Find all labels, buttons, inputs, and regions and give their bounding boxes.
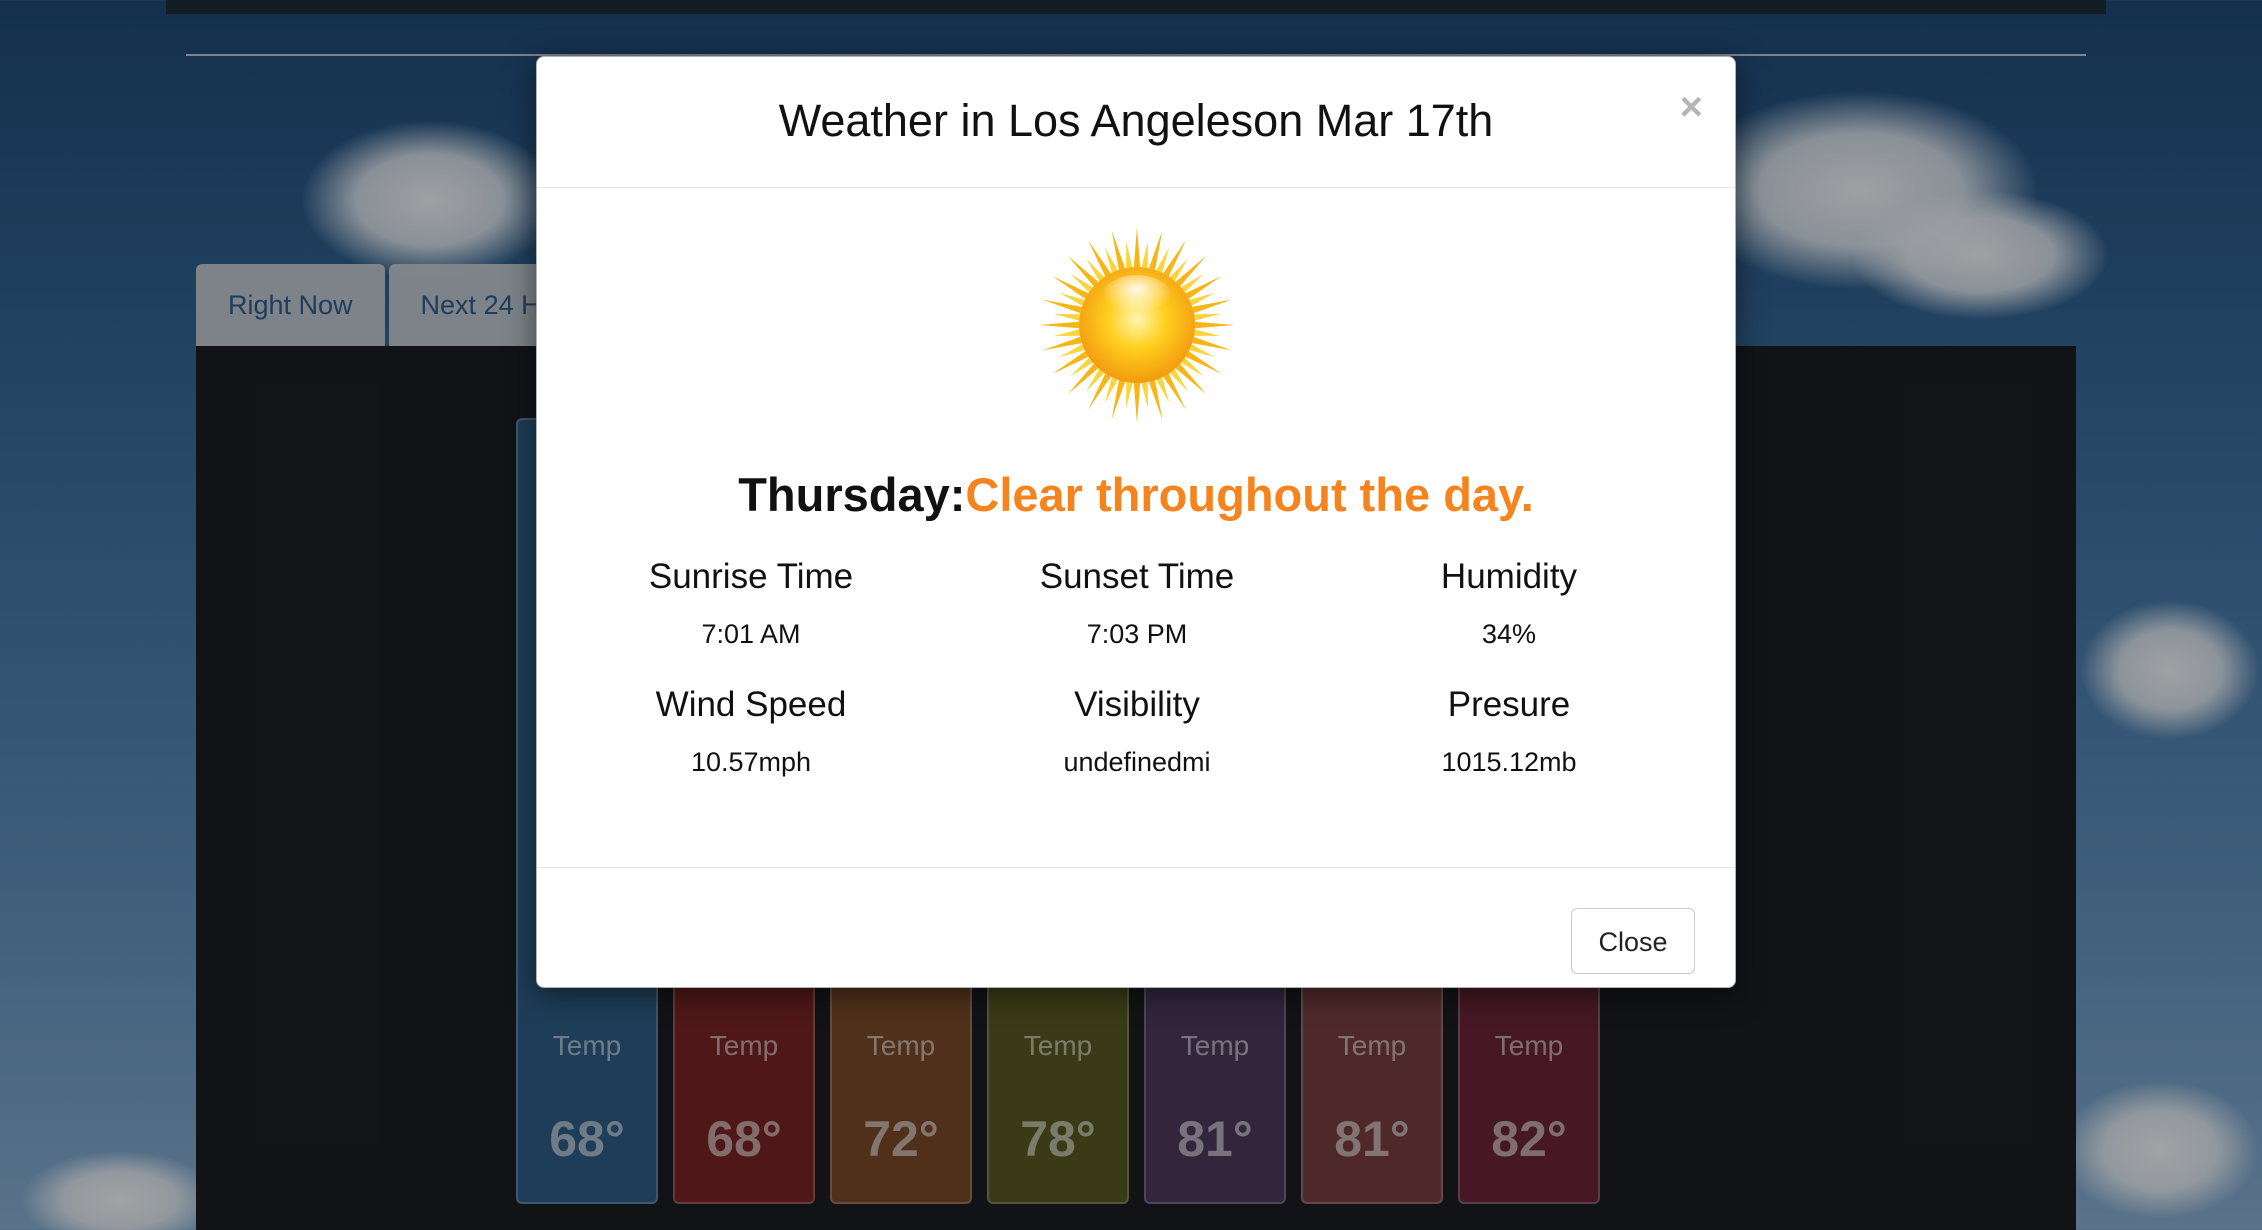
stat-value: 34%	[1481, 619, 1537, 649]
stat-label: Wind Speed	[655, 685, 847, 724]
sun-ray	[1194, 314, 1221, 321]
stat-value: 10.57mph	[690, 747, 812, 777]
sun-ray	[1053, 329, 1080, 336]
sun-ray	[1194, 321, 1235, 329]
sun-ray	[1141, 241, 1148, 268]
sun-icon-graphic	[1039, 227, 1235, 423]
stat-value: 1015.12mb	[1441, 747, 1577, 777]
sun-ray	[1163, 240, 1186, 277]
close-button[interactable]: Close	[1571, 908, 1695, 974]
sun-icon	[1037, 225, 1237, 425]
modal-footer: Close	[537, 867, 1735, 990]
stat-pressure: Presure 1015.12mb	[1323, 685, 1695, 778]
stat-value: 7:03 PM	[1086, 619, 1188, 649]
stat-humidity: Humidity 34%	[1323, 557, 1695, 650]
sun-ray	[1185, 276, 1222, 299]
sun-ray	[1163, 373, 1186, 410]
sun-ray	[1194, 329, 1221, 336]
sun-ray	[1052, 276, 1089, 299]
sun-ray	[1133, 227, 1141, 268]
stat-sunrise: Sunrise Time 7:01 AM	[565, 557, 937, 650]
sun-ray	[1088, 240, 1111, 277]
sun-ray	[1133, 382, 1141, 423]
modal-header: Weather in Los Angeleson Mar 17th ×	[537, 57, 1735, 188]
summary-day: Thursday:	[738, 468, 966, 521]
sun-ray	[1185, 351, 1222, 374]
stat-label: Visibility	[1074, 685, 1200, 724]
weather-detail-modal: Weather in Los Angeleson Mar 17th × Thur…	[536, 56, 1736, 988]
stat-value: 7:01 AM	[701, 619, 801, 649]
stat-visibility: Visibility undefinedmi	[951, 685, 1323, 778]
close-icon[interactable]: ×	[1680, 87, 1703, 127]
sun-ray	[1088, 373, 1111, 410]
stat-sunset: Sunset Time 7:03 PM	[951, 557, 1323, 650]
sun-ray	[1053, 314, 1080, 321]
modal-title: Weather in Los Angeleson Mar 17th	[778, 95, 1494, 146]
stat-value: undefinedmi	[1063, 747, 1211, 777]
stat-wind-speed: Wind Speed 10.57mph	[565, 685, 937, 778]
sun-ray	[1052, 351, 1089, 374]
sun-ray	[1126, 241, 1133, 268]
stat-label: Sunset Time	[1039, 557, 1235, 596]
stat-label: Sunrise Time	[648, 557, 854, 596]
sun-ray	[1141, 382, 1148, 409]
sun-ray	[1039, 321, 1080, 329]
stat-label: Humidity	[1440, 557, 1578, 596]
sun-ray	[1126, 382, 1133, 409]
summary-description: Clear throughout the day.	[965, 468, 1534, 521]
day-summary: Thursday:Clear throughout the day.	[537, 467, 1735, 522]
stat-label: Presure	[1447, 685, 1571, 724]
